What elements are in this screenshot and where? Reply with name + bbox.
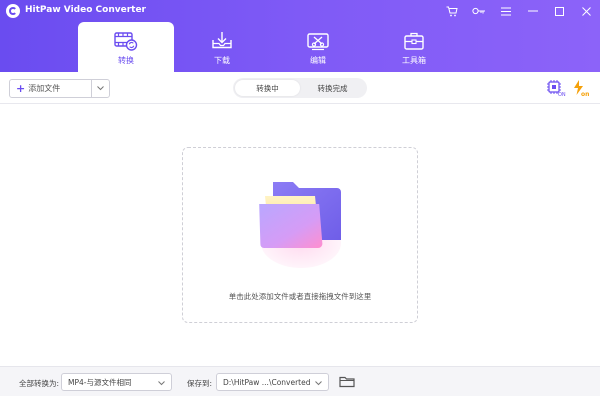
menu-icon[interactable] [492, 0, 519, 22]
lossless-speed-icon[interactable]: on [571, 79, 591, 98]
save-path-value: D:\HitPaw ...\Converted [223, 377, 311, 387]
gpu-acceleration-icon[interactable]: ON [546, 79, 566, 98]
add-file-label: 添加文件 [28, 84, 61, 93]
cart-icon[interactable] [438, 0, 465, 22]
svg-text:on: on [581, 91, 589, 97]
close-icon[interactable] [573, 0, 600, 22]
app-header: HitPaw Video Converter 转换 下载 编辑 工具箱 [0, 0, 600, 72]
save-path-select[interactable]: D:\HitPaw ...\Converted [216, 373, 329, 391]
download-icon [210, 31, 234, 51]
plus-icon: + [16, 82, 26, 95]
key-icon[interactable] [465, 0, 492, 22]
main-tabs: 转换 下载 编辑 工具箱 [78, 22, 462, 72]
window-controls [438, 0, 600, 22]
tab-edit[interactable]: 编辑 [270, 22, 366, 72]
chevron-down-icon [315, 379, 322, 388]
file-drop-zone[interactable]: 单击此处添加文件或者直接拖拽文件到这里 [182, 147, 418, 323]
output-format-value: MP4-与源文件相同 [68, 377, 132, 387]
tab-convert[interactable]: 转换 [78, 22, 174, 72]
folder-icon[interactable] [339, 375, 355, 390]
open-folder-icon [251, 178, 351, 260]
tab-convert-label: 转换 [118, 56, 134, 65]
add-file-button[interactable]: + 添加文件 [9, 79, 110, 98]
status-segmented-control: 转换中 转换完成 [233, 78, 367, 98]
add-file-dropdown[interactable] [91, 80, 109, 97]
maximize-icon[interactable] [546, 0, 573, 22]
segment-converting[interactable]: 转换中 [235, 80, 300, 96]
convert-film-icon [114, 31, 138, 51]
bottom-bar: 全部转换为: MP4-与源文件相同 保存到: D:\HitPaw ...\Con… [0, 366, 600, 396]
tab-edit-label: 编辑 [310, 56, 326, 65]
tab-toolbox[interactable]: 工具箱 [366, 22, 462, 72]
minimize-icon[interactable] [519, 0, 546, 22]
chevron-down-icon [97, 84, 104, 93]
add-file-main[interactable]: + 添加文件 [10, 80, 91, 97]
save-to-label: 保存到: [187, 379, 213, 388]
app-title: HitPaw Video Converter [25, 5, 146, 15]
convert-all-label: 全部转换为: [19, 379, 60, 388]
svg-text:ON: ON [558, 92, 566, 97]
toolbox-icon [402, 31, 426, 51]
tab-toolbox-label: 工具箱 [402, 56, 426, 65]
segment-converted[interactable]: 转换完成 [300, 80, 365, 96]
drop-zone-hint: 单击此处添加文件或者直接拖拽文件到这里 [228, 292, 372, 301]
app-logo [6, 4, 20, 18]
output-format-select[interactable]: MP4-与源文件相同 [61, 373, 172, 391]
tab-download-label: 下载 [214, 56, 230, 65]
edit-icon [306, 31, 330, 51]
tab-download[interactable]: 下载 [174, 22, 270, 72]
title-bar: HitPaw Video Converter [0, 0, 600, 22]
chevron-down-icon [158, 379, 165, 388]
